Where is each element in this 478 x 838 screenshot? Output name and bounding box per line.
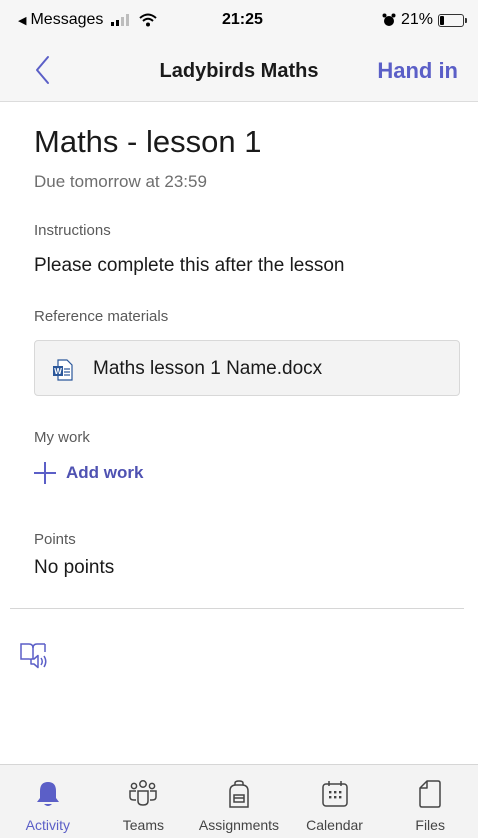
word-document-icon: W: [53, 359, 73, 381]
back-triangle-icon: ◀: [18, 14, 27, 27]
bell-icon: [36, 782, 59, 806]
my-work-label: My work: [34, 429, 90, 446]
tab-label: Calendar: [306, 817, 363, 833]
hand-in-button[interactable]: Hand in: [377, 58, 458, 84]
tab-label: Teams: [122, 817, 164, 833]
reference-materials-label: Reference materials: [34, 308, 169, 325]
tab-teams[interactable]: Teams: [96, 765, 192, 838]
tab-label: Assignments: [198, 817, 280, 833]
plus-icon: [34, 462, 56, 484]
backpack-icon: [229, 780, 249, 808]
instructions-text: Please complete this after the lesson: [34, 255, 345, 276]
wifi-icon: [139, 13, 158, 27]
points-label: Points: [34, 531, 76, 548]
tab-calendar[interactable]: Calendar: [287, 765, 383, 838]
instructions-label: Instructions: [34, 222, 111, 239]
immersive-reader-icon[interactable]: [18, 640, 48, 670]
due-date: Due tomorrow at 23:59: [34, 172, 207, 191]
signal-icon: [111, 14, 130, 26]
file-icon: [419, 780, 441, 808]
assignment-title: Maths - lesson 1: [34, 124, 262, 159]
status-bar: ◀ Messages 21:25 21%: [0, 0, 478, 40]
points-value: No points: [34, 557, 115, 578]
calendar-icon: [321, 781, 348, 807]
battery-percent: 21%: [400, 11, 433, 28]
tab-files[interactable]: Files: [382, 765, 478, 838]
add-work-label: Add work: [66, 463, 144, 482]
divider: [10, 608, 464, 609]
tab-assignments[interactable]: Assignments: [191, 765, 287, 838]
status-right: 21%: [382, 11, 467, 29]
status-time: 21:25: [222, 11, 263, 28]
tab-label: Activity: [25, 817, 70, 833]
alarm-icon: [382, 13, 396, 26]
teams-icon: [129, 780, 158, 806]
reference-file-name: Maths lesson 1 Name.docx: [93, 358, 323, 379]
nav-header: Ladybirds Maths Hand in: [0, 40, 478, 102]
tab-activity[interactable]: Activity: [0, 765, 96, 838]
tab-label: Files: [415, 817, 445, 833]
battery-icon: [438, 13, 467, 27]
tab-bar: Activity Teams Assignments Calendar File…: [0, 764, 478, 838]
svg-text:W: W: [54, 367, 62, 376]
status-back-app-label: Messages: [30, 11, 104, 28]
reference-file-card[interactable]: W Maths lesson 1 Name.docx: [34, 340, 460, 396]
add-work-button[interactable]: Add work: [34, 462, 143, 484]
status-back-to-app[interactable]: ◀ Messages: [18, 11, 158, 29]
